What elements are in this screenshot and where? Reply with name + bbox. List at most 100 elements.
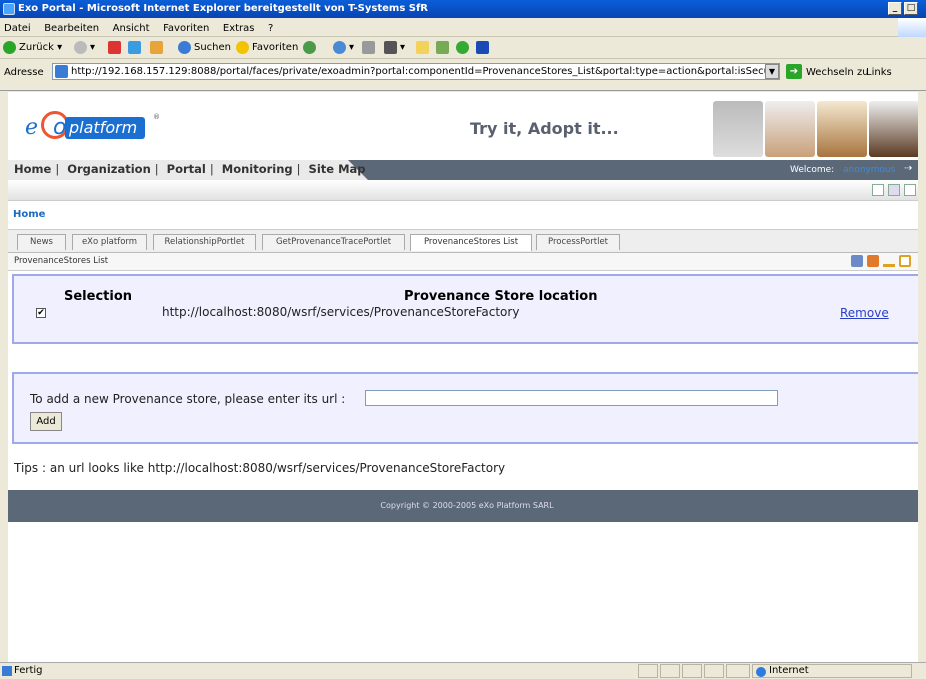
nav-home[interactable]: Home: [14, 162, 51, 176]
slogan: Try it, Adopt it...: [470, 119, 619, 138]
edit-button[interactable]: ▾: [384, 40, 405, 56]
star-icon: [236, 40, 249, 54]
add-store-label: To add a new Provenance store, please en…: [30, 392, 346, 406]
provenance-stores-table: Selection Provenance Store location ✔ ht…: [12, 274, 920, 344]
tab-news[interactable]: News: [17, 234, 66, 250]
nav-portal[interactable]: Portal: [167, 162, 206, 176]
address-bar: Adresse http://192.168.157.129:8088/port…: [0, 59, 926, 91]
add-store-form: To add a new Provenance store, please en…: [12, 372, 920, 444]
search-button[interactable]: Suchen: [178, 40, 231, 56]
store-location-url: http://localhost:8080/wsrf/services/Prov…: [162, 305, 520, 319]
messenger-button[interactable]: [456, 40, 472, 56]
bluetooth-button[interactable]: [476, 40, 492, 56]
menu-ansicht[interactable]: Ansicht: [113, 23, 150, 34]
back-arrow-icon: [3, 40, 16, 54]
tab-relationship-portlet[interactable]: RelationshipPortlet: [153, 234, 256, 250]
back-label: Zurück: [19, 42, 54, 53]
portal-nav: Home | Organization | Portal | Monitoring | …: [14, 162, 366, 176]
footer: Copyright © 2000-2005 eXo Platform SARL: [8, 490, 926, 522]
refresh-button[interactable]: [128, 40, 144, 56]
globe-icon: [756, 667, 766, 677]
refresh-icon: [128, 40, 141, 54]
tips-text: Tips : an url looks like http://localhos…: [14, 461, 506, 475]
status-bar: Fertig Internet: [0, 662, 926, 679]
nav-site-map[interactable]: Site Map: [309, 162, 366, 176]
links-button[interactable]: Links: [866, 67, 892, 78]
home-button[interactable]: [150, 40, 166, 56]
nav-organization[interactable]: Organization: [67, 162, 151, 176]
layout-columns-icon[interactable]: [872, 184, 884, 196]
home-icon: [150, 40, 163, 54]
research-icon: [436, 40, 449, 54]
tab-get-provenance-trace-portlet[interactable]: GetProvenanceTracePortlet: [262, 234, 405, 250]
page-done-icon: [2, 666, 12, 676]
browser-window: Exo Portal - Microsoft Internet Explorer…: [0, 0, 926, 679]
go-arrow-icon[interactable]: ➔: [786, 64, 802, 79]
ie-icon: [3, 3, 15, 15]
history-button[interactable]: [303, 40, 319, 56]
address-input[interactable]: http://192.168.157.129:8088/portal/faces…: [52, 63, 780, 80]
research-button[interactable]: [436, 40, 452, 56]
page-icon: [55, 65, 68, 78]
add-button[interactable]: Add: [30, 412, 62, 431]
print-button[interactable]: [362, 40, 378, 56]
portlet-title-bar: ProvenanceStores List: [8, 253, 926, 271]
menu-bar: Datei Bearbeiten Ansicht Favoriten Extra…: [0, 18, 926, 37]
portlet-help-icon[interactable]: [867, 255, 879, 267]
tab-exo-platform[interactable]: eXo platform: [72, 234, 147, 250]
security-zone: Internet: [752, 664, 912, 678]
history-icon: [303, 40, 316, 54]
selection-header: Selection: [64, 289, 133, 304]
welcome-user[interactable]: anonymous: [843, 165, 895, 175]
layout-bar: [8, 180, 926, 201]
nav-monitoring[interactable]: Monitoring: [222, 162, 293, 176]
address-dropdown-button[interactable]: ▼: [765, 64, 779, 79]
forward-button[interactable]: ▾: [74, 40, 95, 56]
address-label: Adresse: [4, 67, 44, 78]
menu-bearbeiten[interactable]: Bearbeiten: [44, 23, 99, 34]
search-label: Suchen: [194, 42, 232, 53]
portlet-maximize-icon[interactable]: [899, 255, 911, 267]
mail-button[interactable]: ▾: [333, 40, 354, 56]
stop-icon: [108, 40, 121, 54]
title-bar: Exo Portal - Microsoft Internet Explorer…: [0, 0, 926, 18]
portlet-tabs: News eXo platform RelationshipPortlet Ge…: [8, 229, 926, 253]
toolbar: Zurück ▾ ▾ Suchen Favoriten ▾ ▾: [0, 37, 926, 59]
store-select-checkbox[interactable]: ✔: [36, 308, 46, 318]
minimize-button[interactable]: _: [888, 2, 902, 15]
menu-help[interactable]: ?: [268, 23, 273, 34]
portal-nav-bar: Home | Organization | Portal | Monitoring | …: [8, 160, 926, 180]
portlet-edit-icon[interactable]: [851, 255, 863, 267]
portlet-title: ProvenanceStores List: [14, 256, 109, 266]
menu-datei[interactable]: Datei: [4, 23, 31, 34]
tab-provenance-stores-list[interactable]: ProvenanceStores List: [410, 234, 532, 251]
store-url-input[interactable]: [365, 390, 778, 406]
remove-link[interactable]: Remove: [840, 306, 889, 320]
go-button[interactable]: Wechseln zu: [806, 67, 869, 78]
status-text: Fertig: [14, 665, 43, 676]
menu-favoriten[interactable]: Favoriten: [163, 23, 209, 34]
edit-icon: [384, 40, 397, 54]
breadcrumb[interactable]: Home: [13, 209, 45, 220]
maximize-button[interactable]: □: [904, 2, 918, 15]
portlet-minimize-icon[interactable]: [883, 255, 895, 267]
header-photos: [713, 101, 923, 157]
nav-arrow-icon[interactable]: ⇢: [904, 163, 912, 174]
back-button[interactable]: Zurück ▾: [3, 40, 62, 56]
layout-back-icon[interactable]: [888, 184, 900, 196]
favorites-label: Favoriten: [252, 42, 299, 53]
window-title: Exo Portal - Microsoft Internet Explorer…: [18, 3, 429, 14]
page-viewport: e o platform ® Try it, Adopt it... Home |…: [8, 92, 926, 662]
bluetooth-icon: [476, 40, 489, 54]
windows-logo-icon: [898, 18, 926, 37]
zone-label: Internet: [769, 665, 809, 676]
tab-process-portlet[interactable]: ProcessPortlet: [536, 234, 620, 250]
menu-extras[interactable]: Extras: [223, 23, 255, 34]
address-url: http://192.168.157.129:8088/portal/faces…: [71, 66, 780, 77]
favorites-button[interactable]: Favoriten: [236, 40, 298, 56]
folder-button[interactable]: [416, 40, 432, 56]
scrollbar[interactable]: [918, 92, 926, 662]
layout-rows-icon[interactable]: [904, 184, 916, 196]
forward-arrow-icon: [74, 40, 87, 54]
stop-button[interactable]: [108, 40, 124, 56]
